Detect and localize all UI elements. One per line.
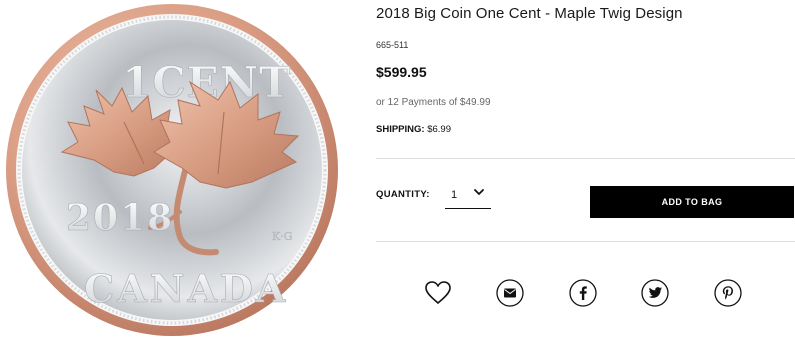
product-sku: 665-511 [376, 40, 409, 50]
chevron-down-icon [474, 189, 484, 195]
shipping-info: SHIPPING: $6.99 [376, 124, 451, 135]
add-to-bag-button[interactable]: ADD TO BAG [590, 186, 794, 218]
quantity-value: 1 [451, 189, 458, 201]
product-price: $599.95 [376, 64, 427, 80]
facebook-icon[interactable] [568, 278, 598, 308]
shipping-label: SHIPPING: [376, 124, 425, 135]
product-title: 2018 Big Coin One Cent - Maple Twig Desi… [376, 5, 683, 22]
coin-country: CANADA [84, 266, 288, 311]
email-icon[interactable] [495, 278, 525, 308]
divider [376, 241, 795, 242]
coin-year: 2018 [66, 197, 174, 239]
divider [376, 158, 795, 159]
product-details: 2018 Big Coin One Cent - Maple Twig Desi… [376, 0, 795, 343]
payment-plan: or 12 Payments of $49.99 [376, 97, 491, 108]
heart-icon[interactable] [423, 278, 453, 308]
product-image: 1CENT 2018 K·G CANADA [4, 2, 344, 342]
quantity-select[interactable]: 1 [445, 183, 491, 209]
pinterest-icon[interactable] [713, 278, 743, 308]
twitter-icon[interactable] [640, 278, 670, 308]
coin-image: 1CENT 2018 K·G CANADA [6, 4, 338, 336]
quantity-label: QUANTITY: [376, 189, 430, 200]
shipping-value: $6.99 [427, 124, 451, 135]
share-actions [423, 278, 753, 310]
coin-initials: K·G [272, 230, 293, 243]
